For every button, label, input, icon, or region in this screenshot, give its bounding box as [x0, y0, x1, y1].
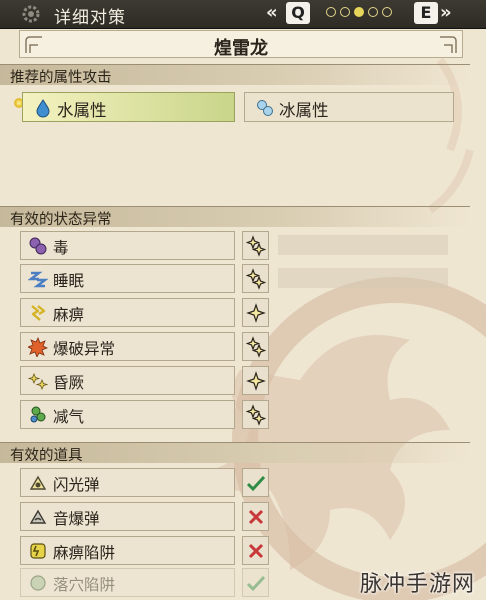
ailment-row-exhaust[interactable]: 减气: [20, 400, 235, 429]
cross-icon: [248, 543, 264, 559]
check-icon: [246, 475, 266, 492]
shock-trap-icon: [30, 543, 46, 559]
star-icon: [246, 371, 266, 391]
page-dot: [382, 7, 392, 17]
gear-icon: [22, 5, 40, 23]
element-water[interactable]: 水属性: [22, 92, 235, 122]
rating-2-stars: [242, 332, 269, 361]
star-icon: [246, 303, 266, 323]
section-header-ailments: 有效的状态异常: [0, 206, 470, 228]
status-cross: [242, 536, 269, 565]
monster-name-banner: 煌雷龙: [19, 30, 463, 59]
ornament-corner-icon: [440, 36, 457, 53]
ice-icon: [257, 100, 273, 116]
status-check: [242, 468, 269, 497]
page-indicator: [326, 7, 392, 17]
chevron-left-icon: «: [266, 2, 278, 23]
rating-2-stars: [242, 264, 269, 293]
rating-2-stars: [242, 400, 269, 429]
ailment-row-paralysis[interactable]: 麻痹: [20, 298, 235, 327]
sonic-bomb-icon: [29, 509, 47, 524]
rating-1-star: [242, 298, 269, 327]
water-drop-icon: [36, 99, 50, 118]
watermark-text: 脉冲手游网: [360, 572, 476, 597]
item-row-sonic-bomb[interactable]: 音爆弹: [20, 502, 235, 531]
row-bar: [278, 235, 448, 255]
item-row-pitfall-trap[interactable]: 落穴陷阱: [20, 568, 235, 597]
star-icon: [246, 235, 266, 257]
top-bar: 详细对策 « Q E »: [0, 0, 486, 29]
page-dot: [326, 7, 336, 17]
item-row-flash-pod[interactable]: 闪光弹: [20, 468, 235, 497]
star-icon: [246, 336, 266, 358]
prev-page-key[interactable]: Q: [286, 2, 310, 24]
ailment-row-blast[interactable]: 爆破异常: [20, 332, 235, 361]
rating-1-star: [242, 366, 269, 395]
star-icon: [246, 404, 266, 426]
poison-icon: [29, 237, 47, 255]
monster-name: 煌雷龙: [214, 38, 268, 59]
status-check: [242, 568, 269, 597]
check-icon: [246, 575, 266, 592]
row-bar: [278, 268, 448, 288]
page-dot: [368, 7, 378, 17]
ailment-row-poison[interactable]: 毒: [20, 231, 235, 260]
flash-pod-icon: [29, 475, 47, 490]
ailment-row-sleep[interactable]: 睡眠: [20, 264, 235, 293]
rating-2-stars: [242, 231, 269, 260]
blast-icon: [28, 337, 48, 357]
page-dot-active: [354, 7, 364, 17]
element-ice[interactable]: 冰属性: [244, 92, 454, 122]
pitfall-trap-icon: [30, 575, 46, 591]
stun-icon: [28, 372, 48, 391]
screen-title: 详细对策: [54, 8, 126, 28]
section-header-items: 有效的道具: [0, 442, 470, 464]
cross-icon: [248, 509, 264, 525]
section-header-elements: 推荐的属性攻击: [0, 64, 470, 86]
chevron-right-icon: »: [440, 2, 452, 23]
next-page-key[interactable]: E: [414, 2, 438, 24]
sleep-icon: [28, 271, 48, 288]
paralysis-icon: [31, 305, 46, 321]
ailment-row-stun[interactable]: 昏厥: [20, 366, 235, 395]
status-cross: [242, 502, 269, 531]
exhaust-icon: [30, 406, 46, 423]
item-row-shock-trap[interactable]: 麻痹陷阱: [20, 536, 235, 565]
star-icon: [246, 268, 266, 290]
page-dot: [340, 7, 350, 17]
